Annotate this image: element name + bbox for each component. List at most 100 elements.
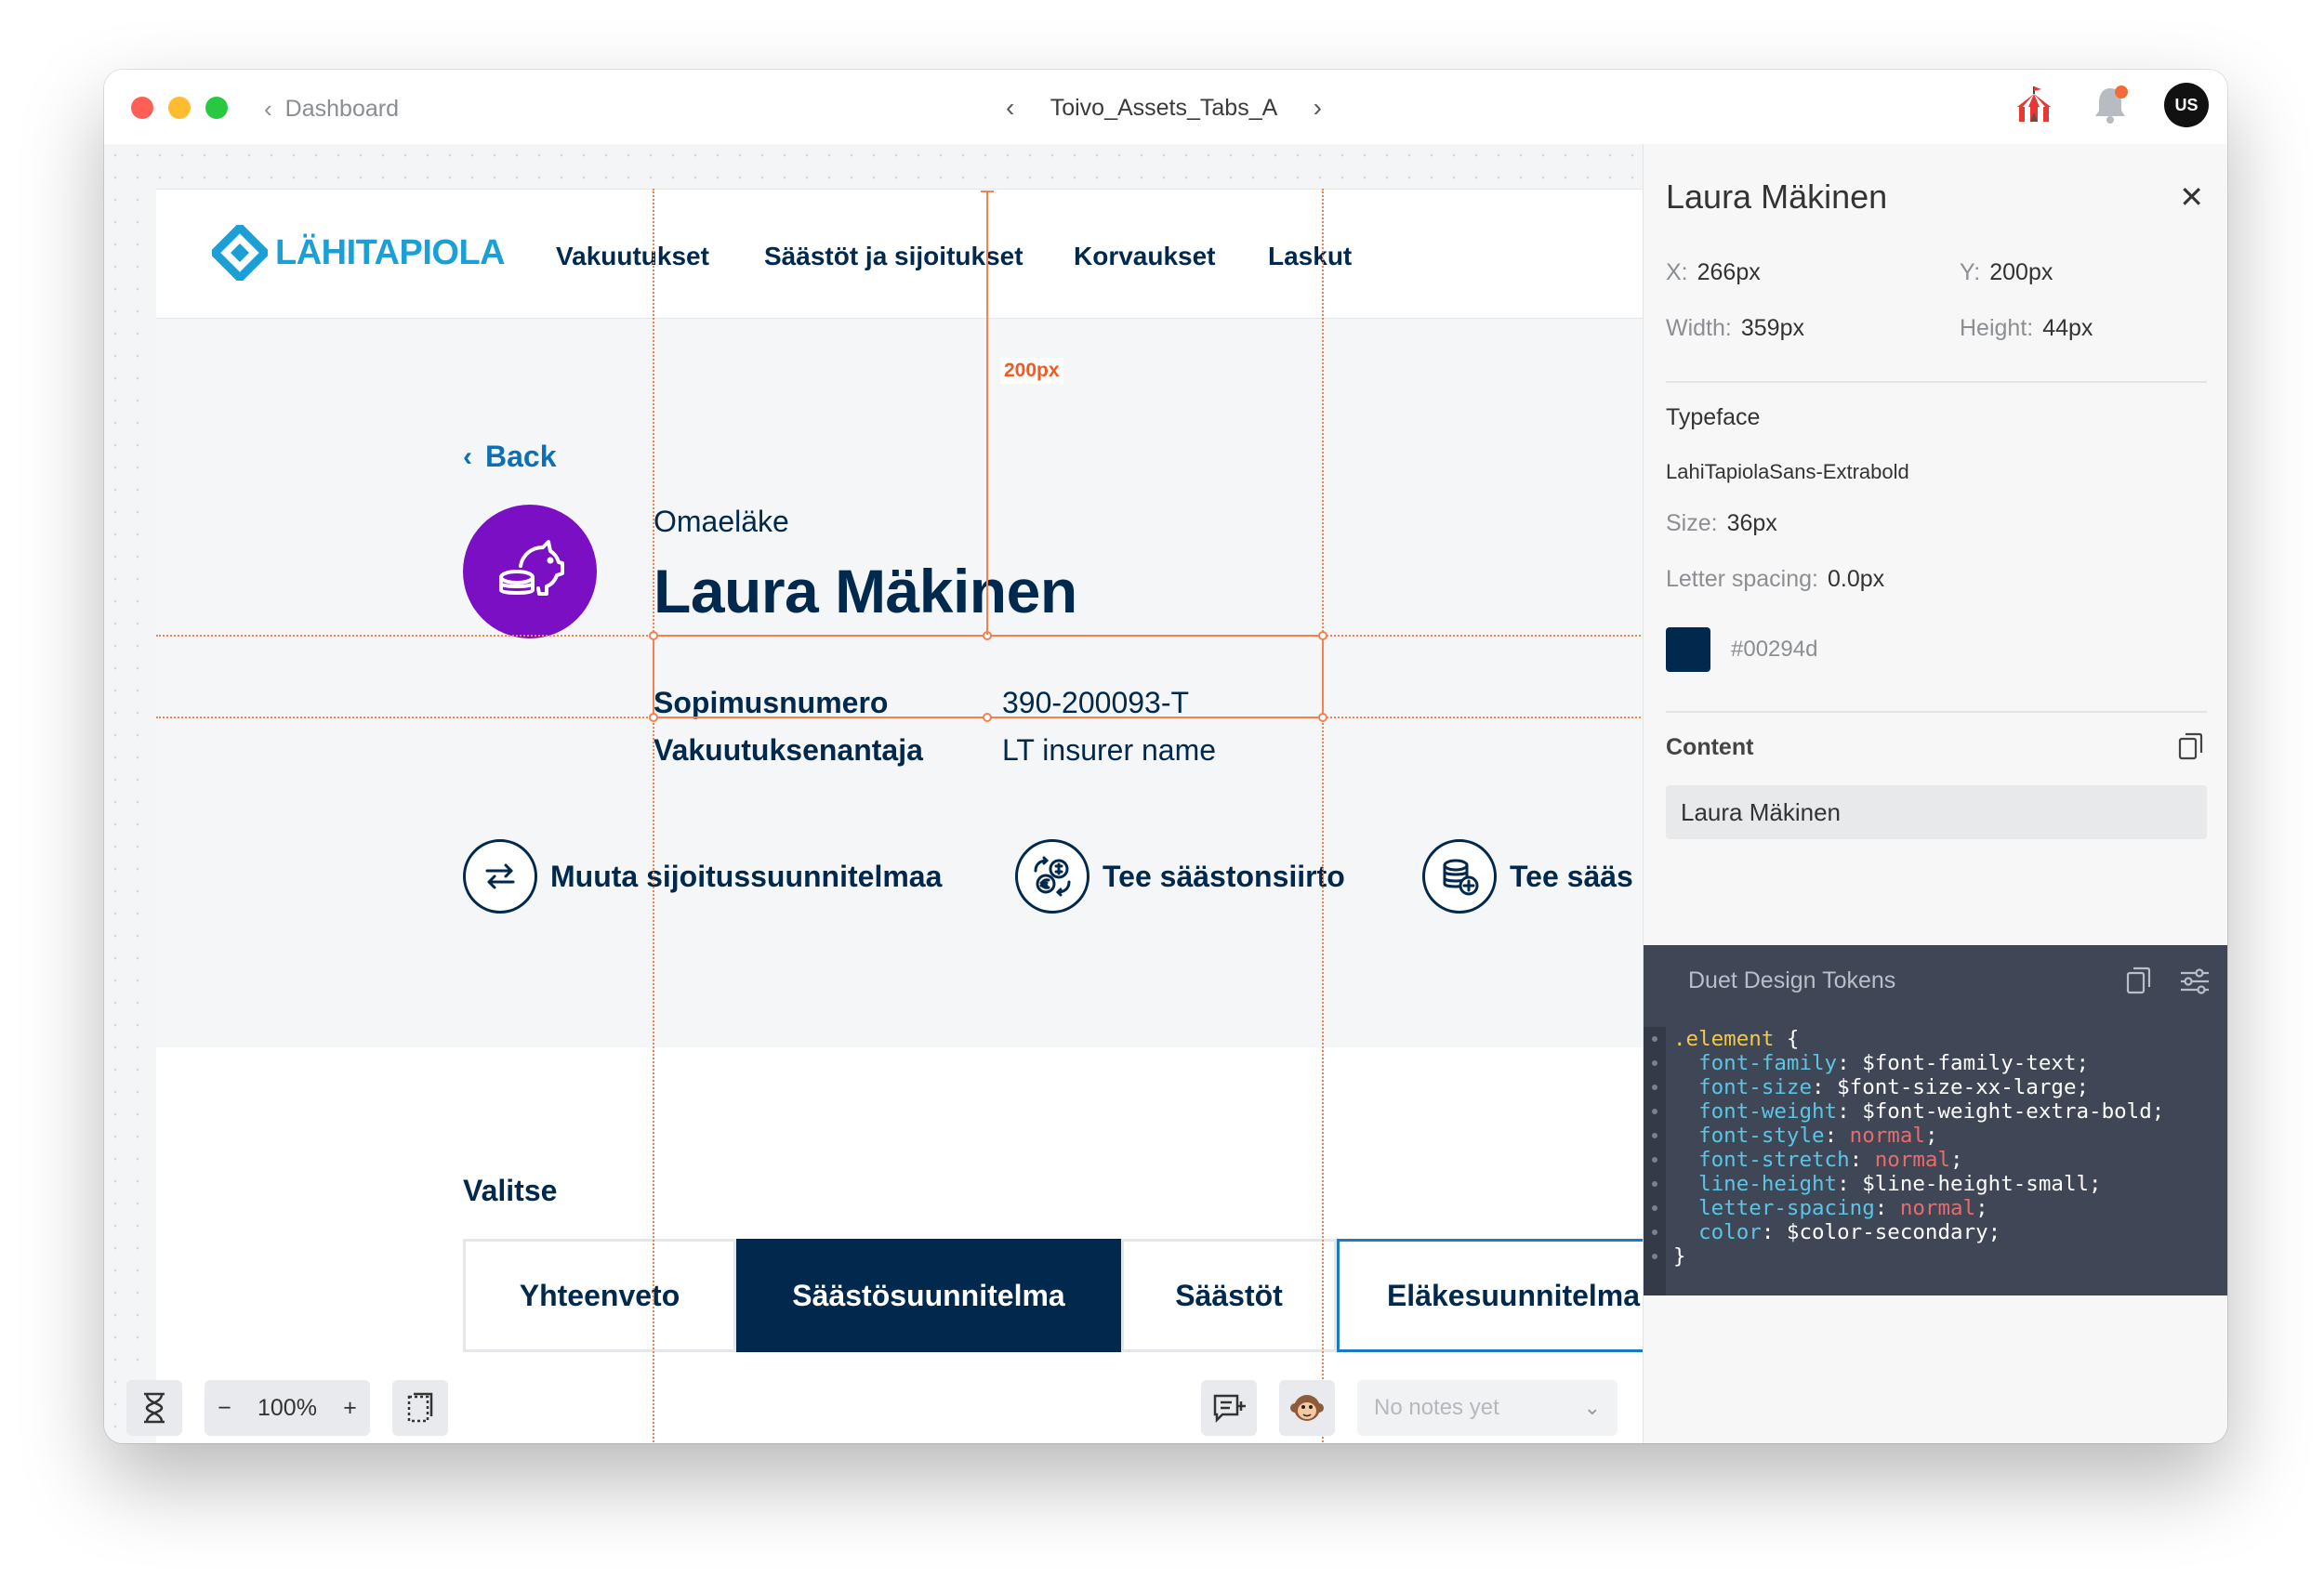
resize-handle[interactable] bbox=[1318, 631, 1327, 640]
previous-screen-icon[interactable]: ‹ bbox=[1006, 93, 1014, 123]
size-label: Size: bbox=[1666, 510, 1718, 536]
gutter-dot bbox=[1652, 1254, 1657, 1259]
tab-saastosuunnitelma[interactable]: Säästösuunnitelma bbox=[736, 1239, 1121, 1352]
nav-korvaukset[interactable]: Korvaukset bbox=[1074, 242, 1216, 271]
y-value: 200px bbox=[1989, 259, 2053, 285]
tab-saastot[interactable]: Säästöt bbox=[1121, 1239, 1337, 1352]
height-value: 44px bbox=[2042, 315, 2093, 341]
app-window: ‹ Dashboard ‹ Toivo_Assets_Tabs_A › US L… bbox=[104, 70, 2227, 1443]
insurer-value: LT insurer name bbox=[1002, 733, 1217, 767]
measure-distance-label: 200px bbox=[1000, 358, 1063, 384]
code-line: font-size: $font-size-xx-large; bbox=[1673, 1075, 2164, 1099]
guide-left bbox=[653, 189, 654, 1443]
nav-vakuutukset[interactable]: Vakuutukset bbox=[556, 242, 709, 271]
selection-box[interactable] bbox=[653, 635, 1324, 718]
nav-saastot-ja-sijoitukset[interactable]: Säästöt ja sijoitukset bbox=[764, 242, 1023, 271]
logo-diamond-icon bbox=[212, 225, 268, 281]
color-swatch[interactable] bbox=[1666, 627, 1710, 672]
code-colon: : bbox=[1849, 1148, 1875, 1172]
copy-icon[interactable] bbox=[2177, 731, 2203, 761]
fit-screen-button[interactable] bbox=[392, 1380, 448, 1436]
circus-tent-icon[interactable] bbox=[2012, 83, 2056, 127]
back-link[interactable]: ‹ Back bbox=[463, 440, 557, 474]
code-colon: : bbox=[1812, 1075, 1838, 1099]
content-label: Content bbox=[1666, 734, 1754, 760]
note-add-icon bbox=[1213, 1394, 1246, 1424]
divider bbox=[1666, 381, 2207, 383]
settings-sliders-icon[interactable] bbox=[2179, 967, 2211, 995]
letter-spacing-property: Letter spacing: 0.0px bbox=[1666, 566, 1884, 593]
breadcrumb-dashboard[interactable]: Dashboard bbox=[285, 96, 399, 123]
notes-dropdown[interactable]: No notes yet ⌄ bbox=[1357, 1380, 1618, 1436]
code-property: font-stretch bbox=[1698, 1148, 1850, 1172]
action-savings-transfer[interactable]: Tee säästonsiirto bbox=[1015, 839, 1345, 914]
color-hex[interactable]: #00294d bbox=[1731, 637, 1817, 663]
code-line: color: $color-secondary; bbox=[1673, 1220, 2164, 1244]
height-property: Height: 44px bbox=[1960, 315, 2093, 342]
code-property: font-style bbox=[1698, 1124, 1825, 1148]
code-value: normal bbox=[1849, 1124, 1925, 1148]
code-property: color bbox=[1698, 1220, 1762, 1244]
typeface-label: Typeface bbox=[1666, 404, 1761, 430]
site-header: LÄHITAPIOLA Vakuutukset Säästöt ja sijoi… bbox=[156, 189, 1643, 320]
zoom-in-button[interactable]: + bbox=[343, 1395, 357, 1422]
zoom-window-button[interactable] bbox=[205, 97, 228, 119]
resize-handle[interactable] bbox=[1318, 713, 1327, 722]
close-icon[interactable]: ✕ bbox=[2179, 179, 2204, 215]
code-brace: { bbox=[1774, 1027, 1800, 1051]
gutter-dot bbox=[1652, 1060, 1657, 1066]
emoji-button[interactable] bbox=[1279, 1380, 1335, 1436]
code-value: normal bbox=[1874, 1148, 1951, 1172]
code-line: .element { bbox=[1673, 1027, 2164, 1051]
resize-handle[interactable] bbox=[983, 713, 992, 722]
measure-line bbox=[986, 191, 988, 635]
token-code[interactable]: .element { font-family: $font-family-tex… bbox=[1673, 1027, 2164, 1269]
chevron-left-icon: ‹ bbox=[463, 441, 472, 472]
history-button[interactable] bbox=[126, 1380, 182, 1436]
code-colon: : bbox=[1824, 1124, 1850, 1148]
bottom-toolbar: − 100% + No notes yet ⌄ bbox=[104, 1361, 1643, 1443]
tab-elakesuunnitelma[interactable]: Eläkesuunnitelma bbox=[1337, 1239, 1643, 1352]
resize-handle[interactable] bbox=[649, 631, 658, 640]
resize-handle[interactable] bbox=[649, 713, 658, 722]
content-value-field[interactable]: Laura Mäkinen bbox=[1666, 785, 2207, 839]
code-semicolon: ; bbox=[1987, 1220, 2001, 1244]
close-window-button[interactable] bbox=[131, 97, 153, 119]
chevron-down-icon: ⌄ bbox=[1583, 1396, 1601, 1419]
back-label: Back bbox=[485, 440, 557, 473]
artboard-fit-icon bbox=[407, 1392, 433, 1423]
gutter-dot bbox=[1652, 1109, 1657, 1114]
code-value: normal bbox=[1899, 1196, 1976, 1220]
tab-yhteenveto[interactable]: Yhteenveto bbox=[463, 1239, 736, 1352]
divider bbox=[1666, 711, 2207, 713]
code-colon: : bbox=[1837, 1051, 1863, 1075]
add-note-button[interactable] bbox=[1201, 1380, 1257, 1436]
piggy-bank-icon bbox=[499, 540, 564, 596]
titlebar-actions: US bbox=[2012, 83, 2209, 127]
code-semicolon: ; bbox=[2089, 1172, 2102, 1196]
copy-icon[interactable] bbox=[2125, 966, 2151, 995]
y-position: Y: 200px bbox=[1960, 259, 2053, 286]
notification-bell-icon[interactable] bbox=[2088, 83, 2133, 127]
product-subtitle: Omaeläke bbox=[654, 505, 789, 538]
design-canvas[interactable]: LÄHITAPIOLA Vakuutukset Säästöt ja sijoi… bbox=[104, 144, 1643, 1443]
code-semicolon: ; bbox=[2151, 1099, 2165, 1124]
user-avatar[interactable]: US bbox=[2164, 83, 2209, 127]
nav-laskut[interactable]: Laskut bbox=[1268, 242, 1352, 271]
zoom-out-button[interactable]: − bbox=[218, 1395, 231, 1422]
breadcrumb[interactable]: ‹ Dashboard bbox=[264, 94, 399, 124]
action-add-savings[interactable]: Tee sääs bbox=[1422, 839, 1633, 914]
code-value: $font-family-text bbox=[1862, 1051, 2077, 1075]
code-value: $font-weight-extra-bold bbox=[1862, 1099, 2152, 1124]
next-screen-icon[interactable]: › bbox=[1314, 93, 1322, 123]
inspector-panel: Laura Mäkinen ✕ X: 266px Y: 200px Width: 35… bbox=[1643, 144, 2227, 1443]
action-change-investment-plan[interactable]: Muuta sijoitussuunnitelmaa bbox=[463, 839, 942, 914]
minimize-window-button[interactable] bbox=[168, 97, 191, 119]
action-label: Tee säästonsiirto bbox=[1103, 859, 1345, 893]
height-label: Height: bbox=[1960, 315, 2034, 341]
code-semicolon: ; bbox=[1924, 1124, 1938, 1148]
